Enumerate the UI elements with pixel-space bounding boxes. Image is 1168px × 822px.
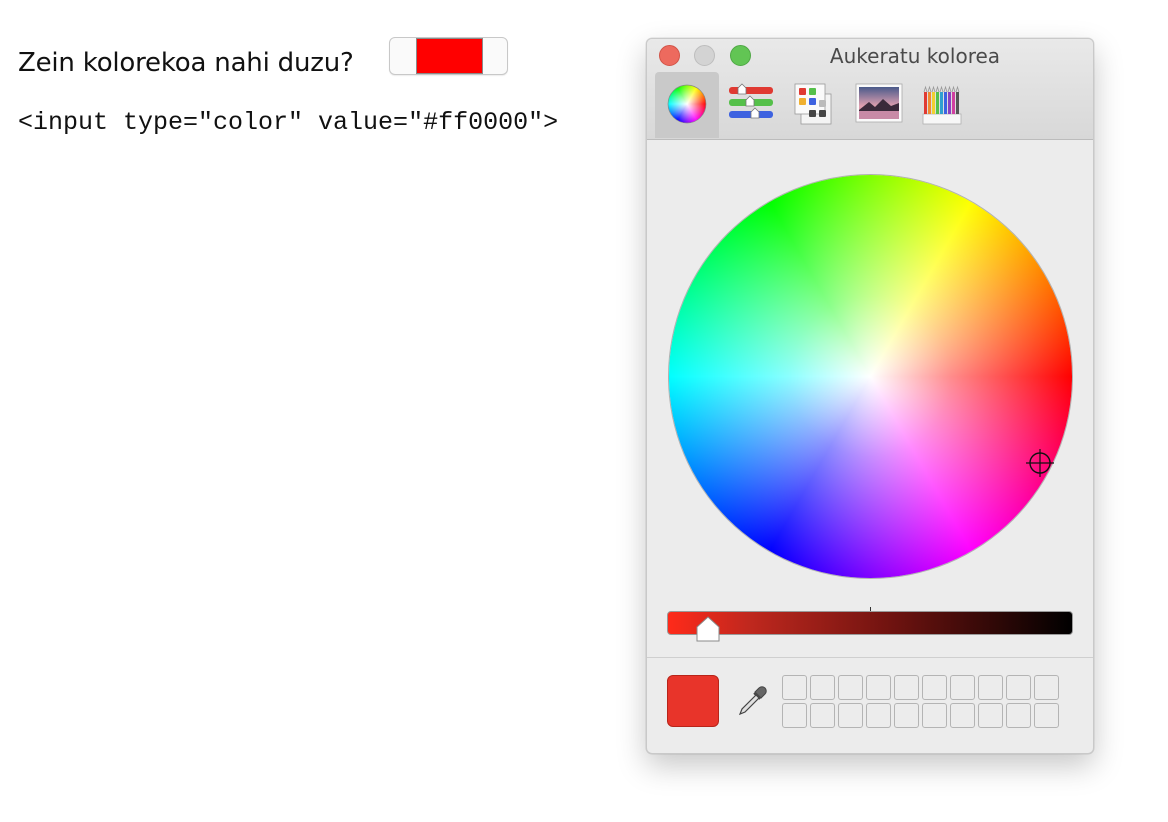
swatch-slot[interactable] bbox=[894, 703, 919, 728]
image-palettes-tab[interactable] bbox=[847, 72, 911, 138]
code-sample: <input type="color" value="#ff0000"> bbox=[18, 108, 559, 137]
color-wheel-area bbox=[647, 140, 1093, 657]
color-sliders-tab[interactable] bbox=[719, 72, 783, 138]
color-palettes-tab[interactable] bbox=[783, 72, 847, 138]
color-wheel[interactable] bbox=[669, 175, 1072, 578]
color-input-swatch bbox=[416, 38, 483, 74]
swatch-slot[interactable] bbox=[866, 675, 891, 700]
color-wheel-tab[interactable] bbox=[655, 72, 719, 138]
swatch-slot[interactable] bbox=[838, 703, 863, 728]
swatch-slot[interactable] bbox=[810, 703, 835, 728]
pencils-icon bbox=[922, 85, 962, 125]
saved-swatches-grid bbox=[782, 675, 1059, 728]
color-sliders-icon bbox=[729, 83, 773, 119]
color-question-label: Zein kolorekoa nahi duzu? bbox=[18, 48, 354, 78]
color-input-button[interactable] bbox=[389, 37, 508, 75]
panel-title: Aukeratu kolorea bbox=[829, 44, 1001, 68]
swatch-slot[interactable] bbox=[922, 675, 947, 700]
brightness-thumb[interactable] bbox=[695, 615, 721, 643]
swatch-slot[interactable] bbox=[950, 675, 975, 700]
swatch-slot[interactable] bbox=[1006, 675, 1031, 700]
eyedropper-icon[interactable] bbox=[735, 684, 769, 718]
swatch-slot[interactable] bbox=[950, 703, 975, 728]
color-picker-panel: Aukeratu kolorea bbox=[646, 38, 1094, 754]
panel-titlebar: Aukeratu kolorea bbox=[647, 39, 1093, 140]
color-wheel-icon bbox=[667, 84, 707, 124]
brightness-slider[interactable] bbox=[667, 611, 1073, 635]
swatch-slot[interactable] bbox=[1034, 675, 1059, 700]
swatch-slot[interactable] bbox=[922, 703, 947, 728]
current-color-swatch[interactable] bbox=[667, 675, 719, 727]
swatch-slot[interactable] bbox=[838, 675, 863, 700]
crosshair-icon[interactable] bbox=[1025, 448, 1055, 478]
color-palettes-icon bbox=[794, 83, 832, 125]
swatch-slot[interactable] bbox=[810, 675, 835, 700]
swatch-slot[interactable] bbox=[782, 675, 807, 700]
swatch-slot[interactable] bbox=[978, 675, 1003, 700]
swatch-slot[interactable] bbox=[866, 703, 891, 728]
swatch-slot[interactable] bbox=[1006, 703, 1031, 728]
image-palettes-icon bbox=[855, 83, 903, 123]
panel-divider bbox=[647, 657, 1093, 658]
swatch-slot[interactable] bbox=[978, 703, 1003, 728]
swatch-slot[interactable] bbox=[1034, 703, 1059, 728]
swatch-slot[interactable] bbox=[894, 675, 919, 700]
pencils-tab[interactable] bbox=[911, 72, 975, 138]
swatch-slot[interactable] bbox=[782, 703, 807, 728]
